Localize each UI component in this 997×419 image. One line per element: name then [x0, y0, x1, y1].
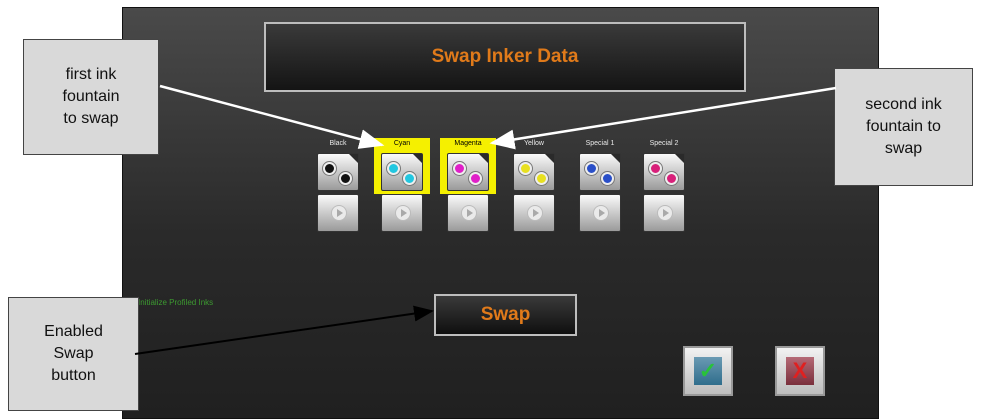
ink-dot-icon: [339, 172, 352, 185]
close-icon: X: [792, 358, 808, 383]
callout-second-fountain: second ink fountain to swap: [834, 68, 973, 186]
play-icon: [462, 206, 476, 220]
ink-dot-icon: [453, 162, 466, 175]
ink-dot-icon: [601, 172, 614, 185]
swap-button[interactable]: Swap: [434, 294, 577, 336]
status-text: Initialize Profiled Inks: [138, 298, 214, 307]
ink-dot-icon: [585, 162, 598, 175]
fountain-label: Black: [329, 140, 347, 147]
fountain-label: Magenta: [442, 138, 494, 150]
ink-fountain-icon[interactable]: [513, 153, 555, 191]
fountain-special-2[interactable]: Special 2: [638, 138, 690, 232]
callout-line: to swap: [63, 110, 119, 127]
fountain-label: Yellow: [524, 140, 544, 147]
callout-line: second ink: [865, 96, 942, 113]
fountain-black[interactable]: Black: [312, 138, 364, 232]
ink-dot-icon: [665, 172, 678, 185]
callout-line: first ink: [65, 66, 117, 83]
ink-fountain-icon[interactable]: [579, 153, 621, 191]
callout-swap-button: Enabled Swap button: [8, 297, 139, 411]
ink-dot-icon: [519, 162, 532, 175]
dialog-title: Swap Inker Data: [431, 46, 579, 67]
play-icon: [528, 206, 542, 220]
callout-line: Swap: [53, 345, 94, 362]
ink-fountain-icon[interactable]: [317, 153, 359, 191]
callout-first-fountain: first ink fountain to swap: [23, 39, 159, 155]
play-icon: [594, 206, 608, 220]
play-icon: [658, 206, 672, 220]
fountain-magenta[interactable]: Magenta: [440, 138, 496, 232]
fountain-label: Special 1: [585, 140, 615, 147]
fountain-play-button[interactable]: [643, 194, 685, 232]
dialog-title-box: Swap Inker Data: [264, 22, 746, 92]
fountain-label: Cyan: [376, 138, 428, 150]
ink-fountain-icon[interactable]: [447, 153, 489, 191]
fountain-cyan[interactable]: Cyan: [374, 138, 430, 232]
ink-dot-icon: [649, 162, 662, 175]
fountain-play-button[interactable]: [513, 194, 555, 232]
fountain-yellow[interactable]: Yellow: [508, 138, 560, 232]
checkmark-icon: ✓: [698, 358, 718, 383]
ink-fountain-icon[interactable]: [643, 153, 685, 191]
ink-dot-icon: [535, 172, 548, 185]
ink-dot-icon: [403, 172, 416, 185]
callout-line: Enabled: [44, 323, 103, 340]
fountain-play-button[interactable]: [317, 194, 359, 232]
ink-dot-icon: [387, 162, 400, 175]
cancel-button[interactable]: X: [775, 346, 825, 396]
ink-fountain-icon[interactable]: [381, 153, 423, 191]
ink-dot-icon: [323, 162, 336, 175]
callout-line: fountain to: [866, 118, 941, 135]
fountain-play-button[interactable]: [447, 194, 489, 232]
fountain-play-button[interactable]: [579, 194, 621, 232]
ok-button[interactable]: ✓: [683, 346, 733, 396]
ink-dot-icon: [469, 172, 482, 185]
callout-line: fountain: [62, 88, 120, 105]
callout-line: swap: [884, 140, 923, 157]
fountain-special-1[interactable]: Special 1: [574, 138, 626, 232]
fountain-play-button[interactable]: [381, 194, 423, 232]
callout-line: button: [51, 367, 96, 384]
play-icon: [396, 206, 410, 220]
play-icon: [332, 206, 346, 220]
fountain-label: Special 2: [649, 140, 679, 147]
